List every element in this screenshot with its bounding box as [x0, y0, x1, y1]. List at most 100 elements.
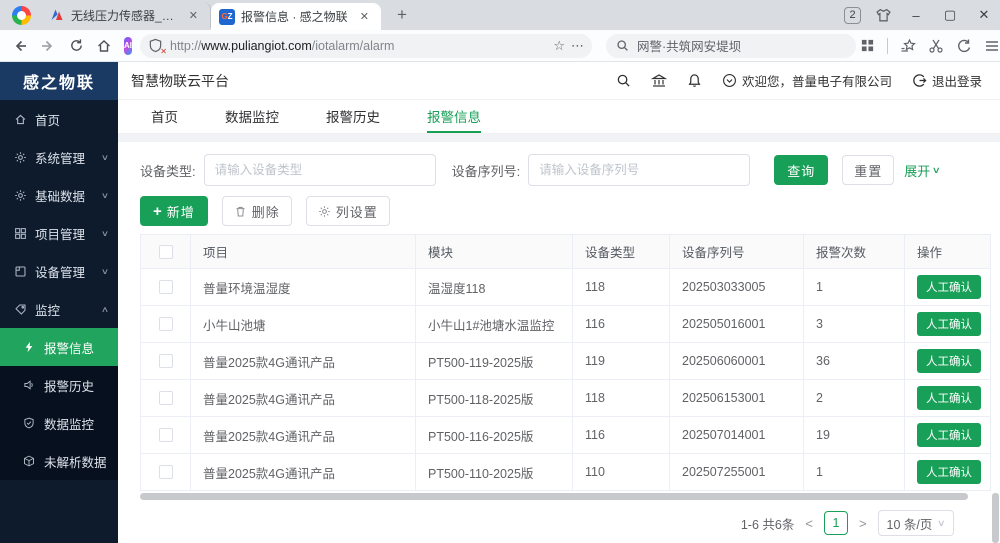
- sidebar-item-project[interactable]: 项目管理 ∨: [0, 214, 118, 252]
- manual-confirm-button[interactable]: 人工确认: [917, 349, 981, 373]
- row-checkbox[interactable]: [159, 391, 173, 405]
- tab-alarm-info[interactable]: 报警信息: [427, 100, 481, 133]
- sidebar-item-alarm-history[interactable]: 报警历史: [0, 366, 118, 404]
- manual-confirm-button[interactable]: 人工确认: [917, 275, 981, 299]
- sidebar-item-home[interactable]: 首页: [0, 100, 118, 138]
- manual-confirm-button[interactable]: 人工确认: [917, 386, 981, 410]
- apps-grid-icon[interactable]: [860, 38, 875, 53]
- cell-alarm-count: 19: [804, 417, 905, 454]
- next-page-button[interactable]: >: [857, 516, 869, 531]
- minimize-button[interactable]: –: [906, 8, 926, 23]
- cell-alarm-count: 3: [804, 306, 905, 343]
- browser-tab-alarm[interactable]: GZ 报警信息 · 感之物联 ✕: [211, 3, 381, 30]
- sidebar-item-system[interactable]: 系统管理 ∨: [0, 138, 118, 176]
- favorites-list-icon[interactable]: [900, 38, 916, 54]
- home-button[interactable]: [92, 34, 116, 58]
- bookmark-star-icon[interactable]: ☆: [553, 38, 565, 54]
- main-panel: 智慧物联云平台 欢迎您，普量电子有限公司: [118, 62, 1000, 543]
- sidebar-item-data-monitor[interactable]: 数据监控: [0, 404, 118, 442]
- notifications-bell-icon[interactable]: [687, 73, 702, 88]
- table-header-row: 项目 模块 设备类型 设备序列号 报警次数 操作: [141, 235, 991, 269]
- delete-label: 删除: [252, 202, 280, 221]
- manual-confirm-button[interactable]: 人工确认: [917, 312, 981, 336]
- delete-button[interactable]: 删除: [222, 196, 292, 226]
- organization-icon[interactable]: [651, 73, 667, 89]
- maximize-button[interactable]: ▢: [940, 7, 960, 23]
- cell-module: PT500-119-2025版: [416, 343, 573, 380]
- row-checkbox[interactable]: [159, 354, 173, 368]
- menu-hamburger-icon[interactable]: [984, 38, 1000, 54]
- table-row: 普量2025款4G通讯产品 PT500-110-2025版 110 202507…: [141, 454, 991, 491]
- add-button[interactable]: +新增: [140, 196, 208, 226]
- forward-button[interactable]: [36, 34, 60, 58]
- toolbar-divider: [887, 38, 888, 54]
- url-path: /iotalarm/alarm: [312, 39, 395, 53]
- tab-data-monitor[interactable]: 数据监控: [225, 100, 279, 133]
- chevron-down-icon: ∨: [101, 267, 109, 276]
- header-search-icon[interactable]: [616, 73, 631, 88]
- manual-confirm-button[interactable]: 人工确认: [917, 460, 981, 484]
- search-button[interactable]: 查询: [774, 155, 828, 185]
- site-security-shield-icon[interactable]: ✕: [148, 38, 164, 54]
- sidebar-item-label: 监控: [35, 300, 60, 319]
- row-checkbox[interactable]: [159, 280, 173, 294]
- sidebar-item-basedata[interactable]: 基础数据 ∨: [0, 176, 118, 214]
- cell-serial: 202506153001: [670, 380, 804, 417]
- sidebar-item-unparsed-data[interactable]: 未解析数据: [0, 442, 118, 480]
- window-close-button[interactable]: ✕: [974, 7, 994, 23]
- tab1-close-icon[interactable]: ✕: [185, 7, 202, 24]
- sidebar-item-monitor[interactable]: 监控 ∧: [0, 290, 118, 328]
- chevron-up-icon: ∧: [101, 305, 109, 314]
- select-all-checkbox[interactable]: [159, 245, 173, 259]
- more-actions-icon[interactable]: ⋯: [571, 38, 584, 54]
- device-type-input[interactable]: [204, 154, 436, 186]
- reload-button[interactable]: [64, 34, 88, 58]
- tab-alarm-history[interactable]: 报警历史: [326, 100, 380, 133]
- tab2-title: 报警信息 · 感之物联: [241, 8, 350, 25]
- cell-serial: 202507014001: [670, 417, 804, 454]
- alarm-table: 项目 模块 设备类型 设备序列号 报警次数 操作 普量环境温湿度 温湿度118: [140, 234, 991, 491]
- column-settings-button[interactable]: 列设置: [306, 196, 390, 226]
- quick-search-box[interactable]: 网警·共筑网安堤坝: [606, 34, 856, 58]
- page-size-select[interactable]: 10 条/页 ∨: [878, 510, 954, 536]
- page-vertical-scrollbar[interactable]: [992, 493, 999, 543]
- row-checkbox[interactable]: [159, 465, 173, 479]
- cell-module: 温湿度118: [416, 269, 573, 306]
- screenshot-scissors-icon[interactable]: [928, 38, 944, 54]
- new-tab-button[interactable]: +: [391, 5, 413, 25]
- chevron-down-icon: ∨: [937, 518, 946, 529]
- tab-home[interactable]: 首页: [151, 100, 178, 133]
- tab2-close-icon[interactable]: ✕: [356, 8, 373, 25]
- back-button[interactable]: [8, 34, 32, 58]
- chevron-down-icon: ∨: [101, 229, 109, 238]
- browser-logo-icon[interactable]: [12, 6, 31, 25]
- prev-page-button[interactable]: <: [803, 516, 815, 531]
- table-horizontal-scrollbar[interactable]: [140, 492, 990, 500]
- toolbar-right-icons: [860, 38, 1000, 54]
- row-checkbox[interactable]: [159, 428, 173, 442]
- workspace-shirt-icon[interactable]: [875, 7, 892, 24]
- cell-alarm-count: 1: [804, 269, 905, 306]
- url-text[interactable]: http://www.puliangiot.com/iotalarm/alarm: [170, 39, 547, 53]
- sidebar-item-alarm-info[interactable]: 报警信息: [0, 328, 118, 366]
- current-page-button[interactable]: 1: [824, 511, 848, 535]
- sidebar-item-label: 报警历史: [44, 376, 94, 395]
- tab-count-badge[interactable]: 2: [844, 7, 861, 24]
- page-size-value: 10 条/页: [887, 514, 933, 533]
- tab1-title: 无线压力传感器_静力水准仪: [71, 7, 179, 24]
- row-checkbox[interactable]: [159, 317, 173, 331]
- column-settings-label: 列设置: [336, 202, 378, 221]
- manual-confirm-button[interactable]: 人工确认: [917, 423, 981, 447]
- table-row: 普量环境温湿度 温湿度118 118 202503033005 1 人工确认: [141, 269, 991, 306]
- browser-tab-sensor[interactable]: 无线压力传感器_静力水准仪 ✕: [41, 2, 211, 28]
- ai-assistant-icon[interactable]: AI: [124, 37, 132, 55]
- undo-history-icon[interactable]: [956, 38, 972, 54]
- serial-input[interactable]: [528, 154, 750, 186]
- scrollbar-thumb[interactable]: [140, 493, 968, 500]
- reset-button[interactable]: 重置: [842, 155, 894, 185]
- expand-link[interactable]: 展开∨: [904, 161, 940, 180]
- logout-button[interactable]: 退出登录: [912, 71, 982, 90]
- address-bar[interactable]: ✕ http://www.puliangiot.com/iotalarm/ala…: [140, 34, 592, 58]
- account-menu[interactable]: 欢迎您，普量电子有限公司: [722, 71, 892, 90]
- sidebar-item-device[interactable]: 设备管理 ∨: [0, 252, 118, 290]
